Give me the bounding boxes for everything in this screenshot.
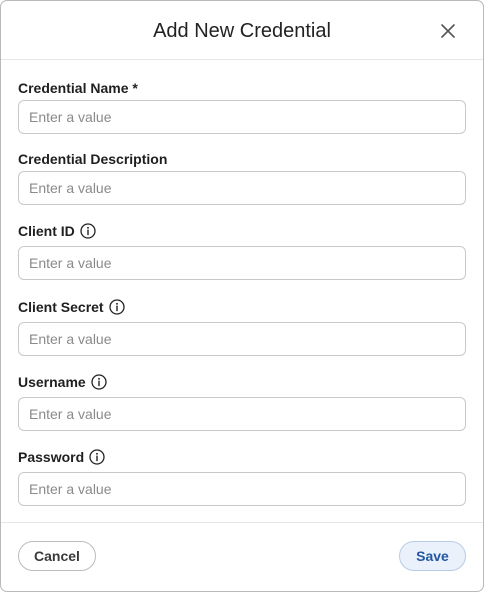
- client-secret-label: Client Secret: [18, 299, 104, 315]
- dialog-header: Add New Credential: [1, 1, 483, 60]
- client-secret-field: Client Secret: [18, 297, 466, 356]
- credential-description-input[interactable]: [18, 171, 466, 205]
- client-id-field: Client ID: [18, 221, 466, 280]
- credential-name-label: Credential Name *: [18, 80, 138, 96]
- credential-description-label: Credential Description: [18, 151, 168, 167]
- credential-description-field: Credential Description: [18, 149, 466, 205]
- client-id-label: Client ID: [18, 223, 75, 239]
- password-field: Password: [18, 447, 466, 506]
- username-input[interactable]: [18, 397, 466, 431]
- username-field: Username: [18, 372, 466, 431]
- credential-name-field: Credential Name *: [18, 78, 466, 134]
- password-label: Password: [18, 449, 85, 465]
- dialog-footer: Cancel Save: [1, 522, 483, 591]
- username-label: Username: [18, 374, 86, 390]
- client-id-input[interactable]: [18, 246, 466, 280]
- credential-name-input[interactable]: [18, 100, 466, 134]
- cancel-button[interactable]: Cancel: [18, 541, 96, 571]
- add-credential-dialog: Add New Credential Credential Name * Cre…: [0, 0, 484, 592]
- info-icon[interactable]: [108, 299, 125, 315]
- close-icon: [441, 24, 455, 38]
- close-button[interactable]: [435, 18, 461, 44]
- info-icon[interactable]: [89, 449, 105, 465]
- dialog-title: Add New Credential: [153, 20, 331, 42]
- client-secret-input[interactable]: [18, 322, 466, 356]
- save-button[interactable]: Save: [399, 541, 466, 571]
- info-icon[interactable]: [91, 374, 107, 390]
- password-input[interactable]: [18, 472, 466, 506]
- info-icon[interactable]: [80, 223, 96, 239]
